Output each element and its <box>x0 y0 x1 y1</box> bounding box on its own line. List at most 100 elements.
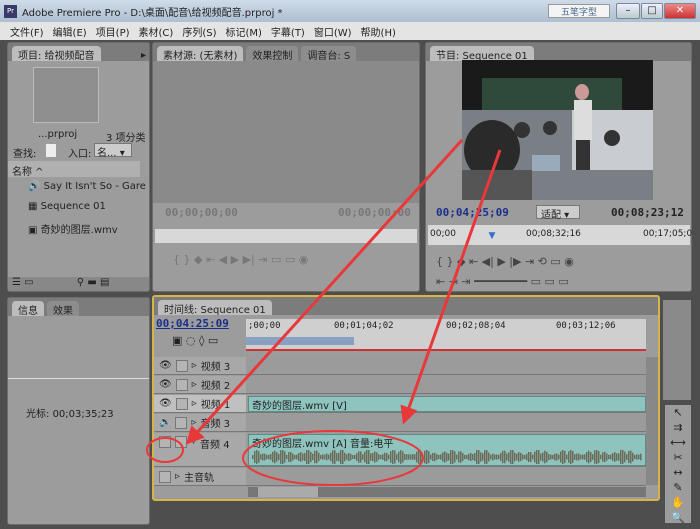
pen-tool-icon[interactable]: ✎ <box>665 480 691 495</box>
list-item[interactable]: 🔊 Say It Isn't So - Gare <box>28 181 146 192</box>
hand-tool-icon[interactable]: ✋ <box>665 495 691 510</box>
lock-toggle[interactable] <box>175 416 188 429</box>
ruler-label: 00;03;12;06 <box>556 321 616 331</box>
tab-effect-controls[interactable]: 效果控制 <box>246 46 299 62</box>
tab-project[interactable]: 项目: 给视频配音 <box>12 46 101 62</box>
lock-toggle[interactable] <box>175 378 188 391</box>
track-label: 视频 2 <box>200 381 231 392</box>
menu-title[interactable]: 字幕(T) <box>271 24 305 39</box>
program-extra-controls[interactable]: ⇤ ⇥ ⇥ ━━━━━━━━ ▭ ▭ ▭ <box>436 275 569 288</box>
menu-window[interactable]: 窗口(W) <box>314 24 352 39</box>
menu-bar: 文件(F) 编辑(E) 项目(P) 素材(C) 序列(S) 标记(M) 字幕(T… <box>0 22 700 40</box>
ruler-label: 00;02;08;04 <box>446 321 506 331</box>
lock-toggle[interactable] <box>175 397 188 410</box>
new-item-icon[interactable]: ▤ <box>100 277 109 288</box>
menu-file[interactable]: 文件(F) <box>10 24 44 39</box>
track-label: 视频 1 <box>200 400 231 411</box>
speaker-toggle[interactable] <box>159 436 171 448</box>
panel-menu-icon[interactable]: ▸ <box>141 50 146 61</box>
minimize-button[interactable]: – <box>616 3 640 19</box>
icon-view-icon[interactable]: ▭ <box>24 277 33 288</box>
menu-marker[interactable]: 标记(M) <box>225 24 261 39</box>
info-panel: 信息 效果 光标: 00;03;35;23 <box>7 297 150 525</box>
find-input[interactable] <box>46 144 56 157</box>
tab-source[interactable]: 素材源: (无素材) <box>157 46 244 62</box>
timeline-ruler[interactable]: ;00;00 00;01;04;02 00;02;08;04 00;03;12;… <box>246 319 646 351</box>
entry-value: 名... <box>97 148 117 159</box>
find-label: 查找: <box>13 149 37 160</box>
project-file-name: ...prproj <box>38 129 78 140</box>
tab-effects[interactable]: 效果 <box>47 301 79 317</box>
entry-select[interactable]: 名... ▾ <box>94 143 132 159</box>
selection-tool-icon[interactable]: ↖ <box>665 405 691 420</box>
find-icon[interactable]: ⚲ <box>77 277 84 288</box>
source-ruler[interactable] <box>155 229 417 243</box>
vertical-scrollbar[interactable] <box>646 357 658 485</box>
column-header-name[interactable]: 名称 ^ <box>8 161 140 178</box>
cursor-label: 光标: <box>26 409 50 420</box>
maximize-button[interactable]: □ <box>641 3 663 19</box>
tab-info[interactable]: 信息 <box>12 301 44 317</box>
program-transport-controls[interactable]: { } ◆ ⇤ ◀| ▶ |▶ ⇥ ⟲ ▭ ◉ <box>436 255 574 268</box>
speaker-icon[interactable]: 🔈 <box>159 417 171 428</box>
track-video-2[interactable]: 👁 ▹ 视频 2 <box>154 376 246 393</box>
tab-program[interactable]: 节目: Sequence 01 <box>430 46 534 62</box>
menu-sequence[interactable]: 序列(S) <box>182 24 216 39</box>
ripple-edit-tool-icon[interactable]: ⟷ <box>665 435 691 450</box>
track-label: 主音轨 <box>184 473 215 484</box>
ruler-label: 00;17;05;0 <box>643 229 693 239</box>
audio-clip-label: 奇妙的图层.wmv [A] 音量:电平 <box>252 439 394 450</box>
source-current-tc: 00;00;00;00 <box>165 206 238 219</box>
track-label: 视频 3 <box>200 362 231 373</box>
track-video-3[interactable]: 👁 ▹ 视频 3 <box>154 357 246 374</box>
fit-select[interactable]: 适配 ▾ <box>536 205 580 221</box>
tools-panel: ↖ ⇉ ⟷ ✂ ↔ ✎ ✋ 🔍 <box>665 405 691 525</box>
timeline-tools[interactable]: ▣ ◌ ◊ ▭ <box>172 334 218 347</box>
timeline-current-tc[interactable]: 00;04:25:09 <box>156 317 229 330</box>
track-label: 音频 4 <box>200 440 230 451</box>
program-current-tc[interactable]: 00;04;25;09 <box>436 206 509 219</box>
eye-icon[interactable]: 👁 <box>159 379 172 390</box>
horizontal-scrollbar[interactable] <box>248 487 646 497</box>
lock-toggle[interactable] <box>175 359 188 372</box>
video-clip[interactable]: 奇妙的图层.wmv [V] <box>248 396 646 412</box>
menu-edit[interactable]: 编辑(E) <box>53 24 87 39</box>
slip-tool-icon[interactable]: ↔ <box>665 465 691 480</box>
track-area: 👁 ▹ 视频 3 👁 ▹ 视频 2 👁 ▹ 视频 1 奇妙的图层.wmv [V] 🔈 ▹ 音频 3… <box>154 357 646 486</box>
program-ruler[interactable]: 00;00 00;08;32;16 00;17;05;0 ▼ <box>428 225 693 245</box>
preview-thumbnail <box>33 67 99 123</box>
tab-timeline[interactable]: 时间线: Sequence 01 <box>158 300 272 316</box>
lock-toggle[interactable] <box>159 470 171 483</box>
lock-toggle[interactable] <box>175 436 187 448</box>
menu-clip[interactable]: 素材(C) <box>139 24 174 39</box>
column-name: 名称 <box>12 167 32 178</box>
menu-project[interactable]: 项目(P) <box>96 24 130 39</box>
eye-icon[interactable]: 👁 <box>159 398 172 409</box>
eye-icon[interactable]: 👁 <box>159 360 172 371</box>
source-transport-controls[interactable]: { } ◆ ⇤ ◀ ▶ ▶| ⇥ ▭ ▭ ◉ <box>173 253 308 266</box>
list-view-icon[interactable]: ☰ <box>12 277 21 288</box>
list-item[interactable]: ▦ Sequence 01 <box>28 201 106 212</box>
new-bin-icon[interactable]: ▬ <box>87 277 96 288</box>
source-monitor <box>153 61 419 203</box>
playhead[interactable]: ▼ <box>489 231 496 241</box>
track-master[interactable]: ▹ 主音轨 <box>154 468 246 485</box>
razor-tool-icon[interactable]: ✂ <box>665 450 691 465</box>
watermark-logo: 五笔字型 <box>548 4 610 18</box>
track-audio-3[interactable]: 🔈 ▹ 音频 3 <box>154 414 246 431</box>
work-area-bar[interactable] <box>246 337 354 345</box>
item-name: 奇妙的图层.wmv <box>40 225 118 236</box>
menu-help[interactable]: 帮助(H) <box>361 24 396 39</box>
close-button[interactable]: ✕ <box>664 3 696 19</box>
zoom-tool-icon[interactable]: 🔍 <box>665 510 691 525</box>
track-select-tool-icon[interactable]: ⇉ <box>665 420 691 435</box>
tab-audio-mixer[interactable]: 调音台: S <box>301 46 357 62</box>
list-item[interactable]: ▣ 奇妙的图层.wmv <box>28 221 118 236</box>
render-bar <box>246 349 646 351</box>
divider <box>8 378 149 379</box>
audio-clip[interactable]: 奇妙的图层.wmv [A] 音量:电平 <box>248 434 646 466</box>
source-duration-tc: 00;00;00;00 <box>338 206 411 219</box>
track-video-1[interactable]: 👁 ▹ 视频 1 <box>154 395 246 412</box>
source-panel: 素材源: (无素材) 效果控制 调音台: S 00;00;00;00 00;00;0… <box>152 42 420 292</box>
track-audio-4[interactable]: ▿ 音频 4 <box>154 433 246 466</box>
